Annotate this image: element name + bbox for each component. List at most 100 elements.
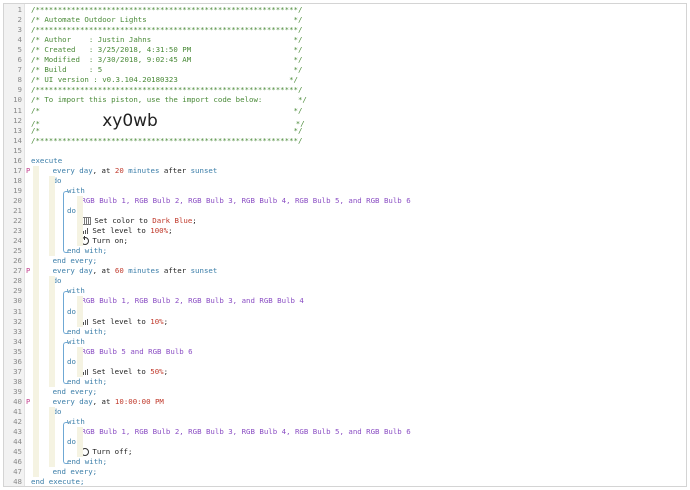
code-line: 10 /* To import this piston, use the impo… — [4, 95, 686, 105]
line-number: 32 — [13, 316, 22, 326]
code-line: 37 Set level to 50%; — [4, 367, 686, 377]
line-number: 21 — [13, 206, 22, 215]
line-number: 4 — [17, 35, 22, 45]
action-statement: Set level to 100%; — [81, 226, 173, 236]
line-number: 36 — [13, 356, 22, 366]
code-line: 34 with — [4, 337, 686, 347]
code-line: 33 end with; — [4, 327, 686, 337]
line-number: 41 — [13, 407, 22, 416]
code-line: 17 every day, at 20 minutes after sunset — [4, 166, 686, 176]
code-line: 26 end every; — [4, 256, 686, 266]
line-number: 24 — [13, 236, 22, 246]
action-statement: Set level to 10%; — [81, 317, 168, 327]
header-comment: /***************************************… — [31, 25, 303, 35]
code-line: 24 Turn on; — [4, 236, 686, 246]
code-line: 45 Turn off; — [4, 447, 686, 457]
line-number: 12 — [13, 115, 22, 125]
header-comment: /* Build : 5 */ — [31, 65, 303, 75]
with-block-bracket — [63, 341, 68, 384]
code-line: 9 /**************************************… — [4, 85, 686, 95]
header-comment: /* */ — [31, 125, 303, 135]
line-number: 44 — [13, 437, 22, 447]
line-number: 40 — [13, 396, 22, 406]
code-line: 4 /* Author : Justin Jahns */ — [4, 35, 686, 45]
piston-code-editor: 1 /**************************************… — [3, 3, 687, 487]
block-indent-guide — [77, 296, 83, 327]
with-block-bracket — [63, 291, 68, 334]
device-list: RGB Bulb 1, RGB Bulb 2, RGB Bulb 3, RGB … — [81, 427, 411, 437]
code-line: 16 execute — [4, 156, 686, 166]
action-statement: Set color to Dark Blue; — [81, 216, 197, 226]
code-line: 8 /* UI version : v0.3.104.20180323 */ — [4, 75, 686, 85]
pause-marker-icon[interactable]: P — [26, 267, 31, 275]
block-indent-guide — [48, 407, 55, 468]
line-number: 42 — [13, 417, 22, 427]
line-number: 18 — [13, 175, 22, 185]
with-keyword: with — [67, 185, 85, 195]
line-number: 3 — [17, 25, 22, 35]
code-line: 5 /* Created : 3/25/2018, 4:31:50 PM */ — [4, 45, 686, 55]
line-number: 28 — [13, 276, 22, 286]
header-comment: /* Author : Justin Jahns */ — [31, 35, 303, 45]
code-line: 15 — [4, 146, 686, 156]
code-line: 1 /**************************************… — [4, 5, 686, 15]
code-line: 30 RGB Bulb 1, RGB Bulb 2, RGB Bulb 3, an… — [4, 296, 686, 306]
line-number: 46 — [13, 457, 22, 467]
code-line: 19 with — [4, 186, 686, 196]
line-number: 26 — [13, 256, 22, 266]
code-line: 41 do — [4, 407, 686, 417]
do-keyword: do — [67, 356, 76, 366]
line-number: 47 — [13, 467, 22, 477]
code-line: 39 end every; — [4, 387, 686, 397]
line-number: 6 — [17, 55, 22, 65]
every-statement: every day, at 10:00:00 PM — [52, 396, 164, 406]
header-comment: /***************************************… — [31, 85, 303, 95]
end-every-keyword: end every; — [52, 467, 98, 477]
header-comment: /* To import this piston, use the import… — [31, 95, 307, 105]
with-keyword: with — [67, 286, 85, 296]
code-line: 29 with — [4, 286, 686, 296]
line-number: 39 — [13, 386, 22, 396]
line-number: 35 — [13, 346, 22, 356]
line-number: 8 — [17, 75, 22, 85]
line-number: 38 — [13, 376, 22, 386]
execute-keyword: execute — [31, 155, 63, 165]
device-list: RGB Bulb 1, RGB Bulb 2, RGB Bulb 3, RGB … — [81, 195, 411, 205]
end-execute-keyword: end execute; — [31, 477, 85, 487]
line-number: 19 — [13, 185, 22, 195]
line-number: 16 — [13, 155, 22, 165]
code-line: 28 do — [4, 276, 686, 286]
code-line: 44 do — [4, 437, 686, 447]
code-line: 7 /* Build : 5 */ — [4, 65, 686, 75]
pause-marker-icon[interactable]: P — [26, 398, 31, 406]
do-keyword: do — [67, 306, 76, 316]
do-keyword: do — [67, 437, 76, 447]
code-line: 18 do — [4, 176, 686, 186]
with-block-bracket — [63, 422, 68, 465]
line-number: 2 — [17, 15, 22, 25]
line-number: 22 — [13, 216, 22, 226]
code-line: 46 end with; — [4, 457, 686, 467]
device-list: RGB Bulb 5 and RGB Bulb 6 — [81, 346, 193, 356]
code-line: 25 end with; — [4, 246, 686, 256]
line-number: 23 — [13, 226, 22, 236]
with-block-bracket — [63, 190, 68, 254]
code-line: 40 every day, at 10:00:00 PM — [4, 397, 686, 407]
code-line: 12/* xy0wb */ — [4, 112, 686, 129]
code-line: 42 with — [4, 417, 686, 427]
code-line: 21 do — [4, 206, 686, 216]
code-line: 48 end execute; — [4, 477, 686, 487]
line-number: 9 — [17, 85, 22, 95]
line-number: 45 — [13, 447, 22, 457]
code-line: 14 /*************************************… — [4, 136, 686, 146]
block-indent-guide — [48, 276, 55, 387]
line-number: 20 — [13, 195, 22, 205]
code-line: 20 RGB Bulb 1, RGB Bulb 2, RGB Bulb 3, RG… — [4, 196, 686, 206]
code-line: 36 do — [4, 357, 686, 367]
header-comment: /* Automate Outdoor Lights */ — [31, 15, 303, 25]
pause-marker-icon[interactable]: P — [26, 167, 31, 175]
line-number: 10 — [13, 95, 22, 105]
line-number: 1 — [17, 5, 22, 14]
line-number: 13 — [13, 125, 22, 135]
do-keyword: do — [67, 206, 76, 215]
